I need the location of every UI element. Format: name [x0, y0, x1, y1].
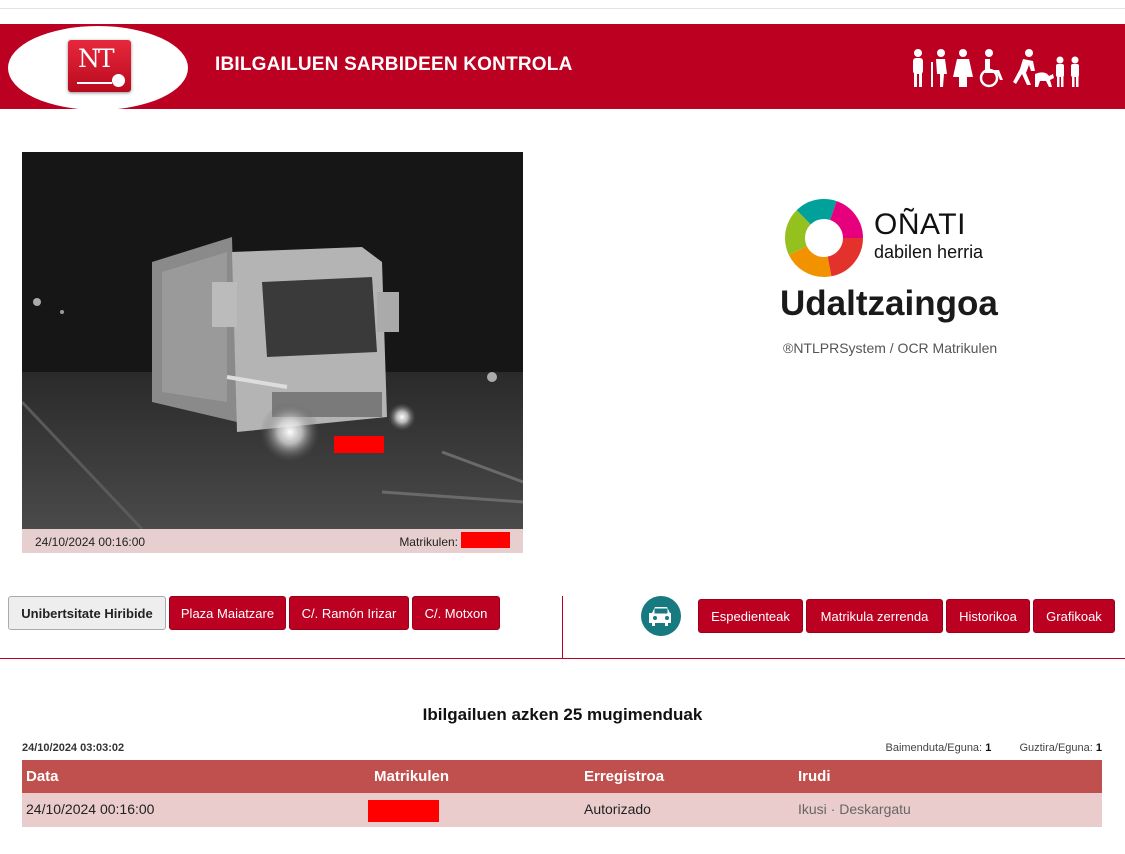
logo-container[interactable]: NT [8, 26, 188, 110]
camera-plate-label: Matrikulen: [399, 535, 458, 549]
onati-logo-name: OÑATI [874, 208, 966, 241]
section-divider [0, 658, 1125, 659]
app-header: NT IBILGAILUEN SARBIDEEN KONTROLA [0, 24, 1125, 110]
camera-footer: 24/10/2024 00:16:00 Matrikulen: [22, 529, 523, 553]
onati-logo-subtitle: dabilen herria [874, 242, 984, 262]
location-tab-unibertsitate-hiribide[interactable]: Unibertsitate Hiribide [8, 596, 166, 630]
movement-counts: Baimenduta/Eguna: 1 Guztira/Eguna: 1 [885, 742, 1102, 754]
nt-logo-text: NT [78, 44, 115, 73]
top-divider [0, 8, 1125, 9]
historikoa-button[interactable]: Historikoa [946, 599, 1030, 633]
accessibility-people-icon [913, 49, 1079, 88]
total-count: 1 [1095, 742, 1102, 754]
total-label: Guztira/Eguna: [1019, 742, 1093, 754]
matrikula-zerrenda-button[interactable]: Matrikula zerrenda [806, 599, 943, 633]
authorized-label: Baimenduta/Eguna: [885, 742, 983, 754]
row-image-links: Ikusi · Deskargatu [798, 801, 911, 817]
location-tab-plaza-maiatzare[interactable]: Plaza Maiatzare [169, 596, 286, 630]
row-plate-redaction [368, 800, 439, 822]
toolbar-divider [562, 596, 563, 658]
download-image-link[interactable]: Deskargatu [839, 801, 911, 817]
column-header-matrikulen: Matrikulen [374, 768, 450, 785]
table-header: Data Matrikulen Erregistroa Irudi [22, 760, 1102, 793]
movements-title: Ibilgailuen azken 25 mugimenduak [422, 705, 703, 724]
movements-timestamp: 24/10/2024 03:03:02 [22, 742, 125, 754]
movements-table: Data Matrikulen Erregistroa Irudi 24/10/… [22, 760, 1102, 827]
onati-logo: OÑATI dabilen herria [784, 198, 1004, 278]
row-status: Autorizado [584, 801, 651, 817]
location-tab-motxon[interactable]: C/. Motxon [412, 596, 500, 630]
truck-night-image [22, 152, 523, 529]
camera-timestamp: 24/10/2024 00:16:00 [35, 535, 146, 549]
column-header-irudi: Irudi [798, 768, 831, 785]
page-title: IBILGAILUEN SARBIDEEN KONTROLA [215, 54, 573, 75]
camera-plate-redaction [461, 532, 510, 548]
authorized-count: 1 [985, 742, 992, 754]
system-label: ®NTLPRSystem / OCR Matrikulen [783, 340, 998, 356]
car-icon[interactable] [641, 596, 681, 636]
link-separator: · [830, 801, 836, 817]
department-title: Udaltzaingoa [780, 284, 998, 323]
nt-logo: NT [68, 40, 131, 92]
view-image-link[interactable]: Ikusi [798, 801, 827, 817]
table-row: 24/10/2024 00:16:00 Autorizado Ikusi · D… [22, 793, 1102, 827]
camera-snapshot[interactable] [22, 152, 523, 529]
row-date: 24/10/2024 00:16:00 [26, 801, 155, 817]
espedienteak-button[interactable]: Espedienteak [698, 599, 803, 633]
column-header-erregistroa: Erregistroa [584, 768, 665, 785]
column-header-data: Data [26, 768, 59, 785]
onati-ring-icon [785, 199, 863, 277]
location-tab-ramon-irizar[interactable]: C/. Ramón Irizar [289, 596, 409, 630]
plate-redaction [334, 436, 384, 453]
grafikoak-button[interactable]: Grafikoak [1033, 599, 1115, 633]
